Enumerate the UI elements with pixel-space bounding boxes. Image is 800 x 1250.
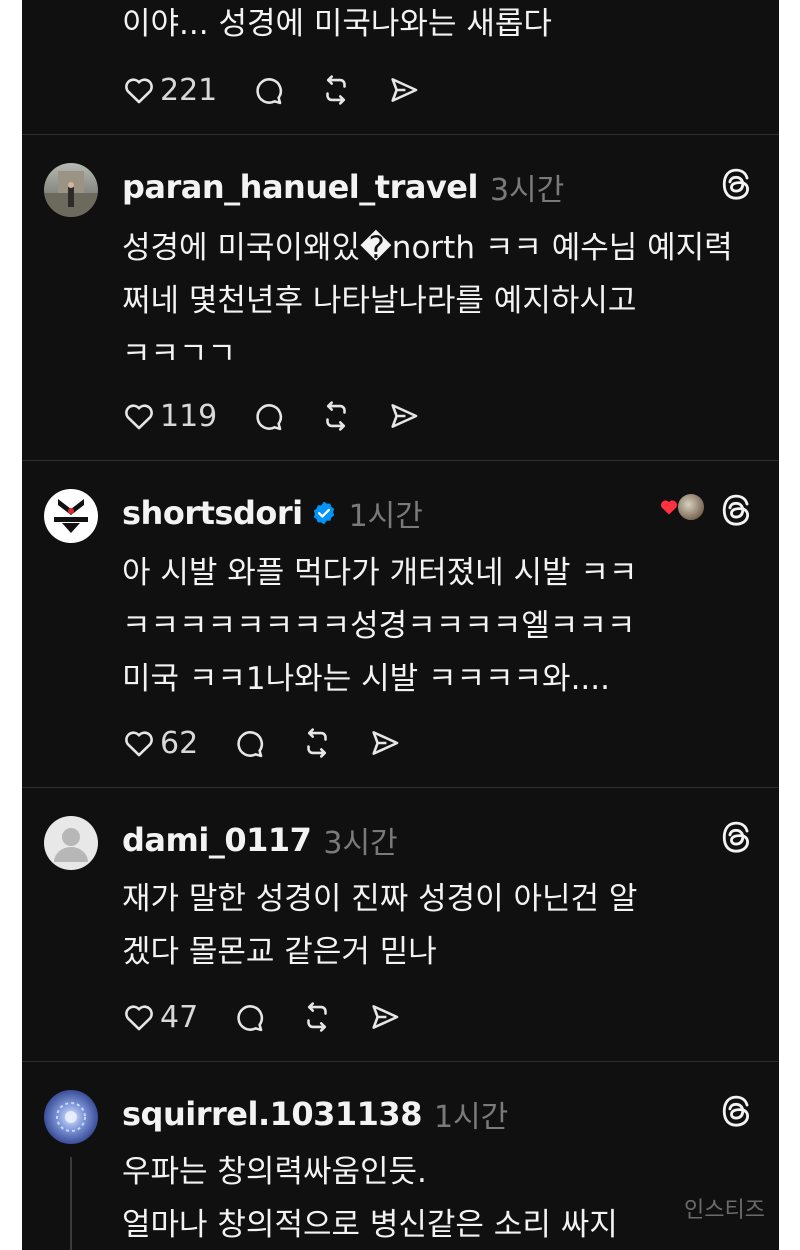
heart-filled-icon <box>661 500 677 515</box>
username[interactable]: dami_0117 <box>122 821 312 859</box>
username[interactable]: paran_hanuel_travel <box>122 168 478 206</box>
verified-badge-icon <box>313 501 334 525</box>
share-button[interactable] <box>368 1000 402 1034</box>
threads-icon[interactable] <box>719 167 753 201</box>
repost-button[interactable] <box>300 1000 334 1034</box>
post-item: 이야... 성경에 미국나와는 새롭다 221 <box>22 0 779 135</box>
comment-icon <box>237 1005 264 1032</box>
reply-button[interactable] <box>232 1000 266 1034</box>
like-count: 47 <box>160 999 199 1035</box>
username[interactable]: shortsdori <box>122 494 303 532</box>
avatar-logo <box>54 499 88 533</box>
post-text: 성경에 미국이왜있�north ㅋㅋ 예수님 예지력 쩌네 몇천년후 나타날나라… <box>122 230 733 372</box>
post-header: squirrel.1031138 1시간 <box>122 1092 508 1136</box>
post-actions: 47 <box>122 997 436 1037</box>
like-button[interactable]: 62 <box>122 726 198 761</box>
liked-by-indicator[interactable] <box>659 493 705 521</box>
repost-icon <box>307 728 327 758</box>
post-header: paran_hanuel_travel 3시간 <box>122 165 564 209</box>
repost-icon <box>326 401 347 431</box>
comment-icon <box>256 78 283 105</box>
post-text: 우파는 창의력싸움인듯. 얼마나 창의적으로 병신같은 소리 싸지 <box>122 1154 618 1243</box>
like-count: 221 <box>160 72 218 108</box>
avatar-photo <box>44 171 98 217</box>
avatar[interactable] <box>44 816 98 870</box>
like-count: 119 <box>160 398 218 434</box>
post-header: shortsdori 1시간 <box>122 491 423 535</box>
comment-icon <box>256 404 283 431</box>
liker-avatar <box>677 493 705 521</box>
heart-icon <box>125 731 153 757</box>
like-button[interactable]: 221 <box>122 73 217 108</box>
timestamp: 1시간 <box>433 1100 509 1135</box>
post-text: 이야... 성경에 미국나와는 새롭다 <box>122 6 552 42</box>
like-button[interactable]: 119 <box>122 399 217 434</box>
threads-feed: 이야... 성경에 미국나와는 새롭다 221 paran_hanuel_tra… <box>22 0 779 1250</box>
avatar[interactable] <box>44 489 98 543</box>
post-text: 아 시발 와플 먹다가 개터졌네 시발 ㅋㅋ ㅋㅋㅋㅋㅋㅋㅋㅋ성경ㅋㅋㅋㅋ엘ㅋㅋ… <box>122 555 638 697</box>
post-text: 재가 말한 성경이 진짜 성경이 아닌건 알 겠다 몰몬교 같은거 믿나 <box>122 881 638 970</box>
send-icon <box>372 1005 399 1029</box>
reply-button[interactable] <box>251 399 285 433</box>
send-icon <box>372 731 399 755</box>
post-header: dami_0117 3시간 <box>122 818 398 862</box>
like-count: 62 <box>160 725 199 761</box>
threads-icon[interactable] <box>719 493 753 527</box>
send-icon <box>391 404 418 428</box>
post-item: dami_0117 3시간 재가 말한 성경이 진짜 성경이 아닌건 알 겠다 … <box>22 788 779 1062</box>
default-avatar-icon <box>54 828 88 862</box>
reply-button[interactable] <box>251 73 285 107</box>
threads-icon[interactable] <box>719 820 753 854</box>
repost-icon <box>326 75 347 105</box>
heart-icon <box>125 404 153 430</box>
username[interactable]: squirrel.1031138 <box>122 1095 422 1133</box>
avatar[interactable] <box>44 163 98 217</box>
avatar-pattern <box>56 1102 86 1132</box>
send-icon <box>391 78 418 102</box>
post-actions: 119 <box>122 396 455 436</box>
threads-icon[interactable] <box>719 1094 753 1128</box>
share-button[interactable] <box>387 73 421 107</box>
post-item: paran_hanuel_travel 3시간 성경에 미국이왜있�north … <box>22 135 779 461</box>
post-actions: 62 <box>122 723 436 763</box>
comment-icon <box>237 731 264 758</box>
timestamp: 3시간 <box>489 173 565 208</box>
repost-button[interactable] <box>300 726 334 760</box>
share-button[interactable] <box>387 399 421 433</box>
post-actions: 221 <box>122 70 455 110</box>
post-item: shortsdori 1시간 아 시발 와플 먹다가 개터졌네 시발 ㅋㅋ ㅋㅋ… <box>22 461 779 788</box>
post-item: squirrel.1031138 1시간 우파는 창의력싸움인듯. 얼마나 창의… <box>22 1062 779 1250</box>
like-button[interactable]: 47 <box>122 1000 198 1035</box>
heart-icon <box>125 1005 153 1031</box>
heart-icon <box>125 78 153 104</box>
share-button[interactable] <box>368 726 402 760</box>
timestamp: 3시간 <box>323 826 398 861</box>
watermark: 인스티즈 <box>684 1198 765 1223</box>
reply-button[interactable] <box>232 726 266 760</box>
timestamp: 1시간 <box>348 499 423 534</box>
repost-button[interactable] <box>319 73 353 107</box>
repost-icon <box>307 1002 327 1032</box>
repost-button[interactable] <box>319 399 353 433</box>
avatar[interactable] <box>44 1090 98 1144</box>
thread-line <box>70 1157 72 1250</box>
